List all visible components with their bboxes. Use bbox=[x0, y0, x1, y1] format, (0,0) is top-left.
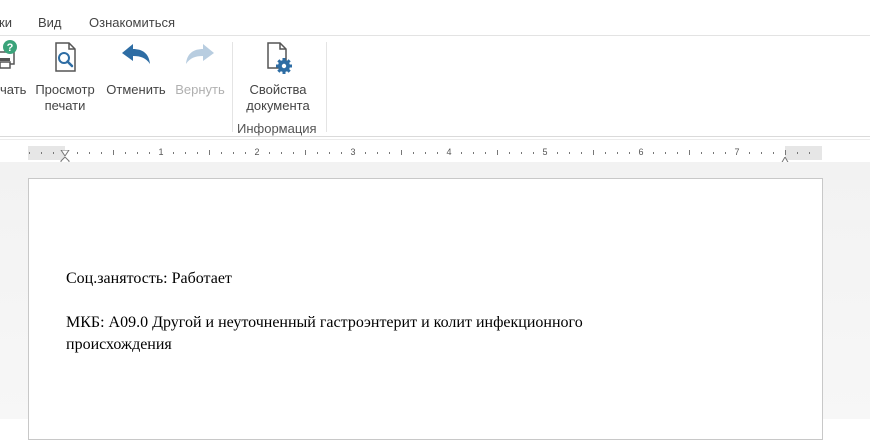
ruler-tick bbox=[53, 152, 54, 154]
ruler-tick bbox=[293, 152, 294, 154]
ruler-tick bbox=[29, 152, 30, 154]
doc-line-icd: МКБ: А09.0 Другой и неуточненный гастроэ… bbox=[66, 314, 583, 331]
ruler-tick bbox=[209, 150, 210, 155]
ruler-tick bbox=[233, 152, 234, 154]
ruler-number: 7 bbox=[734, 147, 740, 157]
ribbon: ? чать Просмотр печати Отменить Вернуть … bbox=[0, 36, 870, 136]
doc-line-employment: Соц.занятость: Работает bbox=[66, 270, 232, 287]
ruler-tick bbox=[533, 152, 534, 154]
ribbon-border bbox=[0, 136, 870, 137]
document-properties-icon bbox=[262, 40, 294, 74]
menu-bar: ки Вид Ознакомиться bbox=[0, 0, 870, 36]
ruler-tick bbox=[761, 152, 762, 154]
ruler-tick bbox=[329, 152, 330, 154]
ruler-tick bbox=[401, 150, 402, 155]
help-icon: ? bbox=[2, 39, 18, 55]
ruler-tick bbox=[281, 152, 282, 154]
ruler-tick bbox=[425, 152, 426, 154]
ruler-tick bbox=[137, 152, 138, 154]
ruler-tick bbox=[185, 152, 186, 154]
ribbon-border-secondary bbox=[0, 139, 870, 140]
ruler-number: 3 bbox=[350, 147, 356, 157]
redo-icon bbox=[184, 40, 216, 74]
ruler-tick bbox=[653, 152, 654, 154]
ruler-tick bbox=[605, 152, 606, 154]
horizontal-ruler[interactable]: 1 2 3 4 5 6 7 bbox=[28, 146, 822, 166]
ruler-number: 6 bbox=[638, 147, 644, 157]
ruler-tick bbox=[485, 152, 486, 154]
ruler-tick bbox=[125, 152, 126, 154]
ruler-tick bbox=[149, 152, 150, 154]
document-properties-label-line1: Свойства bbox=[249, 82, 307, 97]
undo-label: Отменить bbox=[106, 82, 166, 97]
print-preview-label: Просмотр печати bbox=[30, 82, 100, 114]
ribbon-group-separator bbox=[232, 42, 233, 132]
ruler-tick bbox=[617, 152, 618, 154]
ruler-tick bbox=[749, 152, 750, 154]
ruler-tick bbox=[497, 150, 498, 155]
ruler-tick bbox=[629, 152, 630, 154]
ruler-tick bbox=[113, 150, 114, 155]
print-preview-icon bbox=[50, 40, 82, 74]
ruler-tick bbox=[581, 152, 582, 154]
ruler-tick bbox=[221, 152, 222, 154]
print-button[interactable]: ? чать bbox=[0, 40, 28, 120]
menu-item-view[interactable]: Вид bbox=[38, 15, 62, 30]
ruler-tick bbox=[197, 152, 198, 154]
menu-item-review[interactable]: Ознакомиться bbox=[89, 15, 175, 30]
ruler-tick bbox=[569, 152, 570, 154]
ruler-tick bbox=[413, 152, 414, 154]
ruler-tick bbox=[41, 152, 42, 154]
doc-line-icd-continued: происхождения bbox=[66, 336, 172, 353]
ruler-tick bbox=[689, 150, 690, 155]
document-page[interactable]: Соц.занятость: Работает МКБ: А09.0 Друго… bbox=[28, 178, 823, 440]
ruler-tick bbox=[557, 152, 558, 154]
print-preview-label-line1: Просмотр bbox=[35, 82, 95, 97]
ruler-tick bbox=[473, 152, 474, 154]
svg-text:?: ? bbox=[7, 42, 14, 54]
ruler-tick bbox=[317, 152, 318, 154]
ruler-tick bbox=[245, 152, 246, 154]
ruler-tick bbox=[305, 150, 306, 155]
ribbon-group-info-label: Информация bbox=[237, 121, 317, 136]
undo-button[interactable]: Отменить bbox=[103, 40, 169, 120]
ruler-tick bbox=[437, 152, 438, 154]
ruler-tick bbox=[809, 152, 810, 154]
ruler-tick bbox=[713, 152, 714, 154]
ruler-tick bbox=[377, 152, 378, 154]
print-label: чать bbox=[0, 82, 27, 97]
redo-label: Вернуть bbox=[175, 82, 225, 97]
ruler-number: 2 bbox=[254, 147, 260, 157]
ruler-tick bbox=[461, 152, 462, 154]
ribbon-group-separator bbox=[326, 42, 327, 132]
ruler-tick bbox=[509, 152, 510, 154]
ruler-number: 5 bbox=[542, 147, 548, 157]
ruler-tick bbox=[269, 152, 270, 154]
ruler-tick bbox=[701, 152, 702, 154]
ruler-tick bbox=[521, 152, 522, 154]
undo-icon bbox=[120, 40, 152, 74]
ruler-tick bbox=[341, 152, 342, 154]
ruler-tick bbox=[365, 152, 366, 154]
document-properties-button[interactable]: Свойства документа bbox=[240, 40, 316, 120]
ruler-tick bbox=[773, 152, 774, 154]
document-properties-label: Свойства документа bbox=[240, 82, 316, 114]
ruler-tick bbox=[665, 152, 666, 154]
ruler-tick bbox=[677, 152, 678, 154]
menu-item-truncated[interactable]: ки bbox=[0, 15, 12, 30]
document-properties-label-line2: документа bbox=[246, 98, 310, 113]
print-preview-button[interactable]: Просмотр печати bbox=[30, 40, 100, 120]
ruler-tick bbox=[101, 152, 102, 154]
print-preview-label-line2: печати bbox=[44, 98, 86, 113]
ruler-tick bbox=[725, 152, 726, 154]
ruler-tick bbox=[173, 152, 174, 154]
ruler-number: 1 bbox=[158, 147, 164, 157]
ruler-tick bbox=[77, 152, 78, 154]
ruler-tick bbox=[797, 152, 798, 154]
redo-button[interactable]: Вернуть bbox=[171, 40, 229, 120]
ruler-tick bbox=[89, 152, 90, 154]
ruler-tick bbox=[593, 150, 594, 155]
ruler-number: 4 bbox=[446, 147, 452, 157]
ruler-tick bbox=[389, 152, 390, 154]
